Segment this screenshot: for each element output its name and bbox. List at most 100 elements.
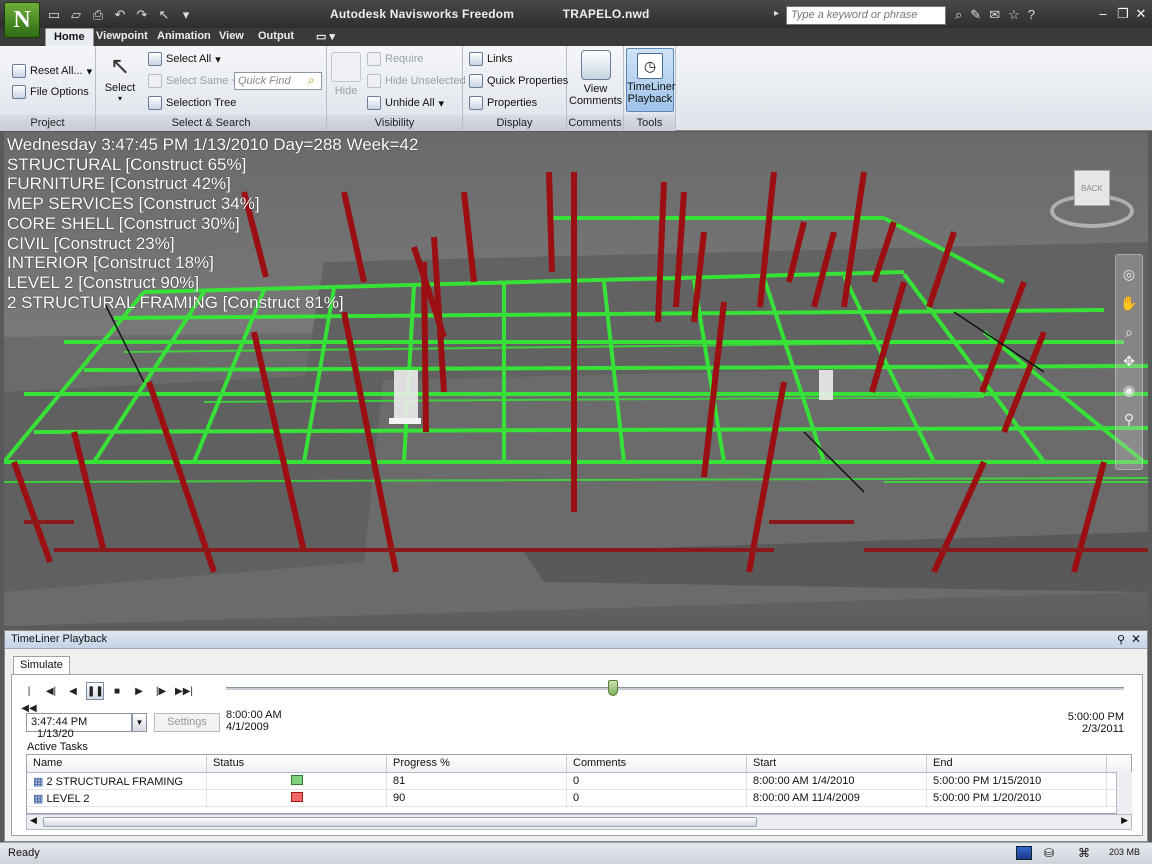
status-late-icon [290, 792, 303, 802]
binoculars-icon[interactable]: ⌕ [955, 7, 962, 23]
steering-wheel-icon[interactable]: ◎ [1119, 264, 1139, 284]
undo-icon[interactable]: ↶ [112, 7, 128, 23]
pin-icon[interactable]: ⚲ [1117, 633, 1125, 646]
orbit-icon[interactable]: ✥ [1119, 351, 1139, 371]
horizontal-scroll-thumb[interactable] [43, 817, 757, 827]
column-header-start[interactable]: Start [747, 755, 927, 772]
select-same-button[interactable]: Select Same▾ [148, 74, 238, 88]
properties-button[interactable]: Properties [469, 96, 537, 110]
tools-panel-label: Tools [624, 115, 675, 131]
column-header-name[interactable]: Name [27, 755, 207, 772]
select-all-icon [148, 52, 162, 66]
select-same-icon [148, 74, 162, 88]
view-comments-button[interactable]: View Comments [569, 50, 622, 107]
select-cursor-icon[interactable]: ↖ [156, 7, 172, 23]
table-row[interactable]: ▦ LEVEL 2 90 0 8:00:00 AM 11/4/2009 5:00… [27, 790, 1131, 807]
quick-properties-button[interactable]: Quick Properties [469, 74, 568, 88]
walk-icon[interactable]: ⚲ [1119, 409, 1139, 429]
table-horizontal-scrollbar[interactable]: ◀ ▶ [26, 814, 1132, 830]
close-panel-icon[interactable]: ✕ [1131, 632, 1141, 646]
pause-icon[interactable]: ❚❚ [86, 682, 104, 700]
stop-icon[interactable]: ■ [108, 682, 126, 700]
comments-panel-label: Comments [567, 115, 623, 131]
tab-view[interactable]: View [211, 28, 252, 46]
play-reverse-icon[interactable]: ◀ [64, 682, 82, 700]
look-icon[interactable]: ◉ [1119, 380, 1139, 400]
zoom-icon[interactable]: ⌕ [1119, 322, 1139, 342]
quick-access-toolbar: ▭ ▱ ⎙ ↶ ↷ ↖ ▾ [46, 7, 194, 23]
memory-usage: 203 MB [1108, 847, 1140, 857]
slider-thumb[interactable] [607, 680, 618, 696]
selection-tree-button[interactable]: Selection Tree [148, 96, 236, 110]
infocenter-search-input[interactable]: Type a keyword or phrase [786, 6, 946, 25]
timeliner-clock-icon: ◷ [637, 53, 663, 79]
viewcube-back-face[interactable]: BACK [1074, 170, 1110, 206]
simulation-end: 5:00:00 PM 2/3/2011 [1067, 711, 1124, 735]
select-button[interactable]: ↖ Select ▾ [102, 52, 138, 103]
table-vertical-scrollbar[interactable] [1116, 772, 1132, 814]
timeliner-panel-header: TimeLiner Playback ⚲ ✕ [5, 631, 1147, 649]
rewind-to-start-icon[interactable]: |◀◀ [20, 682, 38, 714]
links-button[interactable]: Links [469, 52, 513, 66]
quick-find-search-icon[interactable]: ⌕ [308, 73, 315, 88]
project-panel: Reset All... ▾ File Options Project [0, 46, 96, 131]
open-file-icon[interactable]: ▱ [68, 7, 84, 23]
column-header-status[interactable]: Status [207, 755, 387, 772]
tab-output[interactable]: Output [250, 28, 302, 46]
forward-to-end-icon[interactable]: ▶▶| [174, 682, 193, 700]
customize-qat-icon[interactable]: ▾ [178, 7, 194, 23]
hide-unselected-button[interactable]: Hide Unselected [367, 74, 466, 88]
tools-panel: ◷ TimeLiner Playback Tools [624, 46, 676, 131]
new-file-icon[interactable]: ▭ [46, 7, 62, 23]
ribbon-tab-row: Home Viewpoint Animation View Output ▭ ▾ [0, 28, 1152, 46]
communication-center-icon[interactable]: ✉ [989, 7, 1000, 23]
column-header-progress[interactable]: Progress % [387, 755, 567, 772]
scroll-left-icon[interactable]: ◀ [30, 815, 37, 826]
reset-all-icon [12, 64, 26, 78]
tab-simulate[interactable]: Simulate [13, 656, 70, 674]
unhide-all-button[interactable]: Unhide All ▾ [367, 96, 444, 110]
tab-viewpoint[interactable]: Viewpoint [88, 28, 156, 46]
timeliner-playback-button[interactable]: ◷ TimeLiner Playback [626, 48, 676, 112]
step-back-icon[interactable]: ◀| [42, 682, 60, 700]
overlay-task-line: INTERIOR [Construct 18%] [7, 253, 214, 273]
reset-all-button[interactable]: Reset All... ▾ [12, 64, 92, 78]
column-header-end[interactable]: End [927, 755, 1107, 772]
close-icon[interactable]: ✕ [1128, 4, 1152, 24]
column-header-comments[interactable]: Comments [567, 755, 747, 772]
select-all-button[interactable]: Select All ▾ [148, 52, 221, 66]
scroll-right-icon[interactable]: ▶ [1121, 815, 1128, 826]
current-datetime-field[interactable]: 3:47:44 PM 1/13/20 [26, 713, 132, 740]
unhide-all-icon [367, 96, 381, 110]
table-row[interactable]: ▦ 2 STRUCTURAL FRAMING 81 0 8:00:00 AM 1… [27, 773, 1131, 790]
step-forward-icon[interactable]: |▶ [152, 682, 170, 700]
tab-animation[interactable]: Animation [149, 28, 219, 46]
tab-home[interactable]: Home [45, 28, 94, 46]
tools-icon[interactable]: ✎ [970, 7, 981, 23]
document-name: TRAPELO.nwd [562, 7, 650, 21]
scene-viewport[interactable]: Wednesday 3:47:45 PM 1/13/2010 Day=288 W… [4, 132, 1148, 626]
select-search-panel-label: Select & Search [96, 115, 326, 131]
favorites-icon[interactable]: ☆ [1008, 7, 1020, 23]
require-button[interactable]: Require [367, 52, 424, 66]
hide-button[interactable]: Hide [331, 52, 361, 97]
date-picker-dropdown-icon[interactable]: ▼ [132, 713, 147, 732]
search-expand-icon[interactable]: ▸ [774, 8, 779, 19]
overlay-task-line: FURNITURE [Construct 42%] [7, 174, 231, 194]
require-icon [367, 52, 381, 66]
network-indicator-icon: ⌘ [1078, 846, 1090, 860]
help-icon[interactable]: ? [1028, 7, 1035, 23]
print-icon[interactable]: ⎙ [90, 7, 106, 23]
viewcube[interactable]: BACK [1046, 160, 1138, 238]
settings-button[interactable]: Settings [154, 713, 220, 732]
simulation-time-slider[interactable] [226, 680, 1124, 696]
ribbon-minimize-icon[interactable]: ▭ ▾ [308, 28, 343, 46]
selection-tree-icon [148, 96, 162, 110]
play-icon[interactable]: ▶ [130, 682, 148, 700]
pan-hand-icon[interactable]: ✋ [1119, 293, 1139, 313]
file-options-button[interactable]: File Options [12, 85, 89, 99]
redo-icon[interactable]: ↷ [134, 7, 150, 23]
app-title: Autodesk Navisworks Freedom [330, 7, 515, 21]
application-menu-button[interactable]: N [4, 2, 40, 38]
title-bar: N ▭ ▱ ⎙ ↶ ↷ ↖ ▾ Autodesk Navisworks Free… [0, 0, 1152, 38]
